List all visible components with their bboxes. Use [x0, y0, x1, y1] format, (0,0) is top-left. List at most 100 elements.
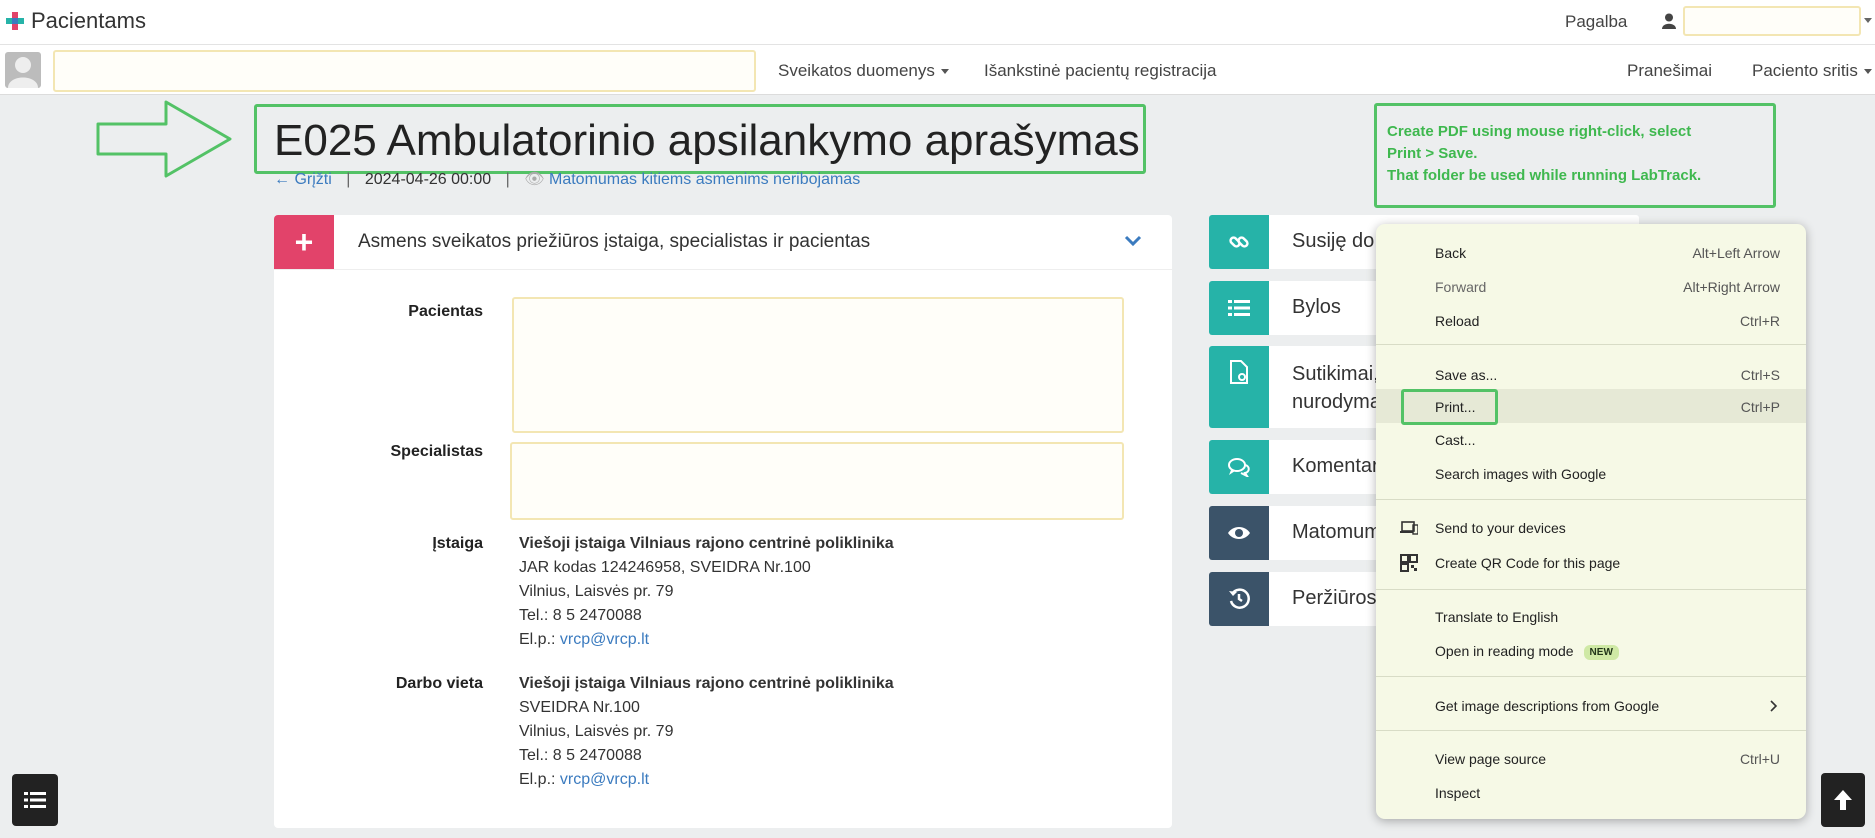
user-name-field[interactable]	[1683, 6, 1861, 36]
workplace-phone: Tel.: 8 5 2470088	[519, 747, 642, 764]
menu-label-forward: Forward	[1435, 279, 1487, 295]
back-link[interactable]: ← Grįžti	[274, 171, 332, 188]
menu-shortcut-reload: Ctrl+R	[1739, 313, 1780, 329]
comments-icon	[1209, 440, 1269, 494]
sidebar-label-views: Peržiūros	[1292, 587, 1377, 609]
menu-label-reload: Reload	[1435, 313, 1480, 329]
chevron-down-icon	[940, 69, 949, 75]
instruction-note: Create PDF using mouse right-click, sele…	[1387, 121, 1701, 187]
menu-separator	[1376, 344, 1806, 345]
institution-info: Viešoji įstaiga Vilniaus rajono centrinė…	[519, 532, 894, 652]
menu-item-back[interactable]: Back Alt+Left Arrow	[1376, 237, 1806, 269]
sidebar-label-visibility: Matomum	[1292, 521, 1381, 543]
context-menu: Back Alt+Left Arrow Forward Alt+Right Arro…	[1376, 224, 1806, 819]
institution-name: Viešoji įstaiga Vilniaus rajono centrinė…	[519, 535, 894, 552]
institution-email-link[interactable]: vrcp@vrcp.lt	[560, 631, 649, 648]
workplace-email-row: El.p.: vrcp@vrcp.lt	[519, 768, 894, 792]
menu-item-reload[interactable]: Reload Ctrl+R	[1376, 305, 1806, 337]
menu-shortcut-view-source: Ctrl+U	[1739, 751, 1780, 767]
nav-patient-area-label: Paciento sritis	[1752, 61, 1858, 80]
sidebar-label-files: Bylos	[1292, 296, 1341, 318]
menu-item-qr-code[interactable]: Create QR Code for this page	[1376, 547, 1806, 579]
help-link[interactable]: Pagalba	[1565, 12, 1627, 32]
nav-messages[interactable]: Pranešimai	[1627, 61, 1712, 81]
menu-item-view-source[interactable]: View page source Ctrl+U	[1376, 743, 1806, 775]
institution-email-row: El.p.: vrcp@vrcp.lt	[519, 628, 894, 652]
menu-shortcut-forward: Alt+Right Arrow	[1683, 279, 1780, 295]
annotation-arrow-icon	[96, 100, 232, 178]
menu-item-image-descriptions[interactable]: Get image descriptions from Google	[1376, 690, 1806, 722]
plus-icon: +	[274, 215, 334, 269]
nav-patient-area[interactable]: Paciento sritis	[1752, 61, 1872, 81]
panel-header[interactable]: + Asmens sveikatos priežiūros įstaiga, s…	[274, 215, 1172, 270]
brand-title: Pacientams	[31, 8, 146, 33]
sidebar-label-comments: Komentar	[1292, 455, 1379, 477]
menu-label-send-devices: Send to your devices	[1435, 520, 1566, 536]
visit-date: 2024-04-26 00:00	[364, 171, 492, 188]
menu-separator	[1376, 499, 1806, 500]
sidebar-label-consents-line1: Sutikimai,	[1292, 363, 1379, 385]
institution-code: JAR kodas 124246958, SVEIDRA Nr.100	[519, 559, 811, 576]
menu-label-qr-code: Create QR Code for this page	[1435, 555, 1621, 571]
menu-separator	[1376, 589, 1806, 590]
patient-label: Pacientas	[408, 303, 483, 320]
menu-item-cast[interactable]: Cast...	[1376, 424, 1806, 456]
document-check-icon	[1209, 346, 1269, 428]
note-line-3: That folder be used while running LabTra…	[1387, 167, 1702, 184]
sidebar-label-consents-line2: nurodyma	[1292, 391, 1381, 413]
history-icon	[1209, 572, 1269, 626]
menu-label-cast: Cast...	[1435, 432, 1476, 448]
menu-label-back: Back	[1435, 245, 1467, 261]
chevron-down-icon	[1863, 69, 1872, 75]
toc-button[interactable]	[12, 774, 58, 826]
brand-logo-icon	[6, 12, 24, 30]
user-icon	[1662, 13, 1676, 29]
institution-email-label: El.p.:	[519, 631, 556, 648]
search-input[interactable]	[53, 50, 756, 92]
menu-label-save-as: Save as...	[1435, 367, 1498, 383]
workplace-name: Viešoji įstaiga Vilniaus rajono centrinė…	[519, 675, 894, 692]
menu-item-inspect[interactable]: Inspect	[1376, 777, 1806, 809]
arrow-up-icon	[1834, 790, 1852, 810]
meta-divider: |	[505, 171, 510, 188]
menu-item-reading-mode[interactable]: Open in reading mode NEW	[1376, 635, 1806, 667]
nav-health-data[interactable]: Sveikatos duomenys	[778, 61, 949, 81]
workplace-email-link[interactable]: vrcp@vrcp.lt	[560, 771, 649, 788]
menu-item-translate[interactable]: Translate to English	[1376, 601, 1806, 633]
institution-phone: Tel.: 8 5 2470088	[519, 607, 642, 624]
menu-item-search-images[interactable]: Search images with Google	[1376, 458, 1806, 490]
menu-label-reading-mode: Open in reading mode NEW	[1435, 643, 1619, 660]
print-annotation-box	[1401, 389, 1498, 425]
brand[interactable]: Pacientams	[5, 8, 146, 34]
scroll-top-button[interactable]	[1821, 773, 1865, 827]
eye-icon	[1209, 506, 1269, 560]
meta-divider: |	[346, 171, 351, 188]
institution-label: Įstaiga	[432, 535, 483, 552]
avatar-person-icon	[8, 57, 38, 88]
institution-address: Vilnius, Laisvės pr. 79	[519, 583, 674, 600]
note-line-1: Create PDF using mouse right-click, sele…	[1387, 123, 1692, 140]
link-icon	[1209, 215, 1269, 269]
sidebar-label-consents: Sutikimai, nurodyma	[1292, 360, 1381, 416]
note-line-2: Print > Save.	[1387, 145, 1478, 162]
workplace-email-label: El.p.:	[519, 771, 556, 788]
menu-item-save-as[interactable]: Save as... Ctrl+S	[1376, 359, 1806, 391]
chevron-down-icon[interactable]	[1124, 235, 1142, 247]
avatar[interactable]	[5, 52, 41, 88]
menu-item-forward[interactable]: Forward Alt+Right Arrow	[1376, 271, 1806, 303]
devices-icon	[1400, 521, 1418, 535]
sidebar-label-related: Susiję do	[1292, 230, 1375, 252]
panel-title: Asmens sveikatos priežiūros įstaiga, spe…	[358, 231, 871, 252]
menu-label-translate: Translate to English	[1435, 609, 1559, 625]
menu-label-image-descriptions: Get image descriptions from Google	[1435, 698, 1660, 714]
visibility-link[interactable]: Matomumas kitiems asmenims neribojamas	[549, 171, 860, 188]
menu-label-reading-mode-text: Open in reading mode	[1435, 643, 1574, 659]
nav-registration[interactable]: Išankstinė pacientų registracija	[984, 61, 1216, 81]
patient-field	[512, 297, 1124, 433]
specialist-field	[510, 442, 1124, 520]
list-icon	[24, 792, 46, 808]
user-menu-caret-icon[interactable]	[1864, 18, 1872, 23]
menu-shortcut-back: Alt+Left Arrow	[1692, 245, 1780, 261]
menu-item-send-devices[interactable]: Send to your devices	[1376, 512, 1806, 544]
page-meta: ← Grįžti | 2024-04-26 00:00 | 👁 Matomuma…	[274, 169, 860, 189]
